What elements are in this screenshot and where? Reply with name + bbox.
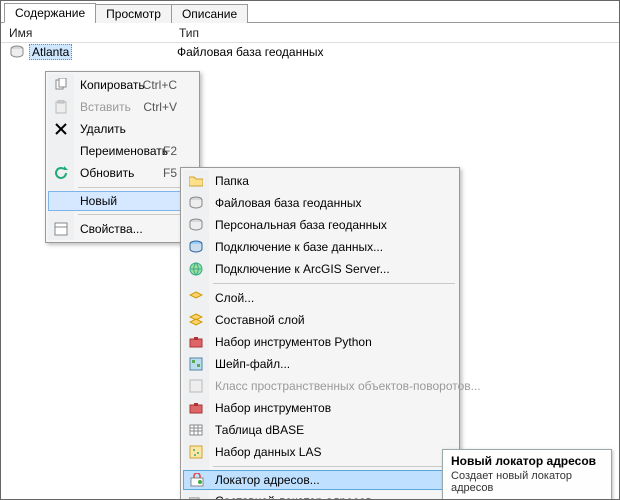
blank-icon — [54, 193, 70, 209]
agsconn-icon — [188, 261, 204, 277]
grouplayer-icon — [188, 312, 204, 328]
submenu-layer-label: Слой... — [215, 291, 254, 305]
submenu-locator-label: Локатор адресов... — [215, 473, 320, 487]
menu-rename-label: Переименовать — [80, 144, 168, 158]
submenu-toolbox-label: Набор инструментов — [215, 401, 331, 415]
menu-refresh[interactable]: Обновить F5 — [48, 162, 197, 184]
lasdataset-icon — [188, 444, 204, 460]
submenu-folder-label: Папка — [215, 174, 249, 188]
tab-description[interactable]: Описание — [171, 4, 248, 23]
submenu-shapefile-label: Шейп-файл... — [215, 357, 290, 371]
submenu-dbconn-label: Подключение к базе данных... — [215, 240, 383, 254]
item-name: Atlanta — [29, 44, 72, 60]
submenu-composite-locator-label: Составной локатор адресов... — [215, 494, 382, 500]
pythontoolbox-icon — [188, 334, 204, 350]
folder-icon — [188, 173, 204, 189]
tooltip-title: Новый локатор адресов — [451, 454, 603, 468]
dbconn-icon — [188, 239, 204, 255]
tab-preview[interactable]: Просмотр — [95, 4, 172, 23]
submenu-dbase[interactable]: Таблица dBASE — [183, 419, 457, 441]
rename-icon — [53, 143, 69, 159]
submenu-grouplayer[interactable]: Составной слой — [183, 309, 457, 331]
menu-refresh-shortcut: F5 — [163, 166, 177, 180]
locator-icon — [189, 472, 205, 488]
submenu-dbconn[interactable]: Подключение к базе данных... — [183, 236, 457, 258]
menu-rename-shortcut: F2 — [163, 144, 177, 158]
submenu-agsconn-label: Подключение к ArcGIS Server... — [215, 262, 390, 276]
menu-separator — [213, 283, 455, 284]
menu-paste-label: Вставить — [80, 100, 131, 114]
submenu-pythontoolbox-label: Набор инструментов Python — [215, 335, 372, 349]
menu-separator — [78, 187, 195, 188]
copy-icon — [53, 77, 69, 93]
submenu-turnfc-label: Класс пространственных объектов-поворото… — [215, 379, 481, 393]
toolbox-icon — [188, 400, 204, 416]
menu-copy[interactable]: Копировать Ctrl+C — [48, 74, 197, 96]
menu-properties[interactable]: Свойства... — [48, 218, 197, 240]
menu-delete-label: Удалить — [80, 122, 126, 136]
tooltip: Новый локатор адресов Создает новый лока… — [442, 449, 612, 500]
menu-paste: Вставить Ctrl+V — [48, 96, 197, 118]
submenu-personalgdb-label: Персональная база геоданных — [215, 218, 387, 232]
menu-copy-shortcut: Ctrl+C — [143, 78, 177, 92]
menu-rename[interactable]: Переименовать F2 — [48, 140, 197, 162]
menu-separator — [213, 466, 455, 467]
personalgdb-icon — [188, 217, 204, 233]
menu-new[interactable]: Новый ▶ — [48, 191, 197, 211]
submenu-turnfc: Класс пространственных объектов-поворото… — [183, 375, 457, 397]
context-menu: Копировать Ctrl+C Вставить Ctrl+V Удалит… — [45, 71, 200, 243]
properties-icon — [53, 221, 69, 237]
submenu-pythontoolbox[interactable]: Набор инструментов Python — [183, 331, 457, 353]
submenu-agsconn[interactable]: Подключение к ArcGIS Server... — [183, 258, 457, 280]
delete-icon — [53, 121, 69, 137]
submenu-lasdataset-label: Набор данных LAS — [215, 445, 321, 459]
submenu-shapefile[interactable]: Шейп-файл... — [183, 353, 457, 375]
dbase-icon — [188, 422, 204, 438]
submenu-locator[interactable]: Локатор адресов... — [183, 470, 457, 490]
menu-delete[interactable]: Удалить — [48, 118, 197, 140]
tooltip-body: Создает новый локатор адресов — [451, 470, 603, 494]
layer-icon — [188, 290, 204, 306]
menu-new-label: Новый — [80, 194, 117, 208]
turnfc-icon — [188, 378, 204, 394]
menu-copy-label: Копировать — [80, 78, 145, 92]
column-header-type[interactable]: Тип — [171, 24, 207, 42]
filegdb-icon — [188, 195, 204, 211]
submenu-folder[interactable]: Папка — [183, 170, 457, 192]
menu-separator — [78, 214, 195, 215]
geodatabase-icon — [9, 44, 25, 60]
item-row[interactable]: Atlanta Файловая база геоданных — [1, 43, 619, 61]
submenu-filegdb-label: Файловая база геоданных — [215, 196, 361, 210]
menu-properties-label: Свойства... — [80, 222, 143, 236]
shapefile-icon — [188, 356, 204, 372]
new-submenu: Папка Файловая база геоданных Персональн… — [180, 167, 460, 500]
column-header-name[interactable]: Имя — [1, 24, 171, 42]
submenu-toolbox[interactable]: Набор инструментов — [183, 397, 457, 419]
composite-locator-icon — [188, 493, 204, 500]
item-type: Файловая база геоданных — [177, 45, 323, 59]
submenu-filegdb[interactable]: Файловая база геоданных — [183, 192, 457, 214]
paste-icon — [53, 99, 69, 115]
submenu-dbase-label: Таблица dBASE — [215, 423, 304, 437]
refresh-icon — [53, 165, 69, 181]
tab-content[interactable]: Содержание — [4, 3, 96, 23]
submenu-composite-locator[interactable]: Составной локатор адресов... — [183, 490, 457, 500]
submenu-personalgdb[interactable]: Персональная база геоданных — [183, 214, 457, 236]
submenu-layer[interactable]: Слой... — [183, 287, 457, 309]
menu-refresh-label: Обновить — [80, 166, 134, 180]
menu-paste-shortcut: Ctrl+V — [143, 100, 177, 114]
submenu-lasdataset[interactable]: Набор данных LAS — [183, 441, 457, 463]
submenu-grouplayer-label: Составной слой — [215, 313, 305, 327]
